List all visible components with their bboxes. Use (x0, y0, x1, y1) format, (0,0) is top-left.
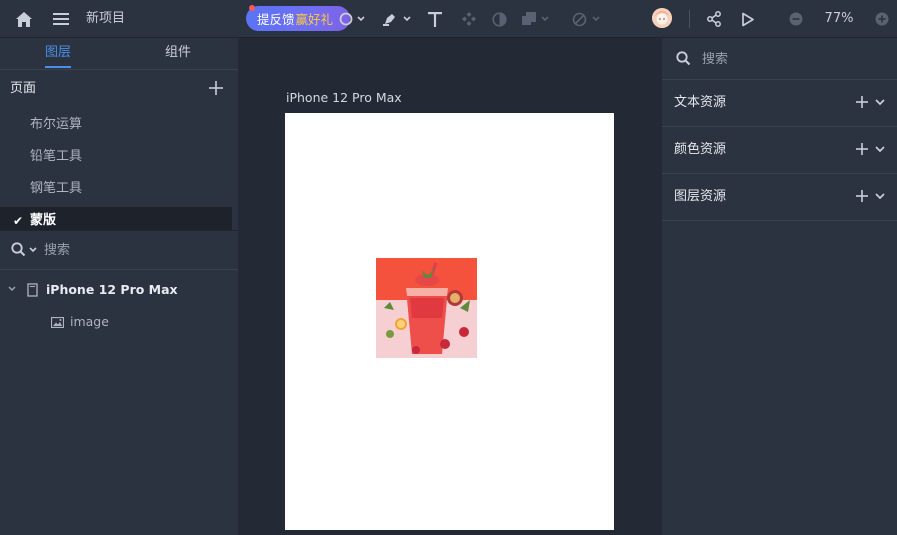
search-icon[interactable] (676, 51, 691, 66)
color-resources-section[interactable]: 颜色资源 (662, 127, 897, 174)
chevron-down-icon[interactable] (8, 286, 16, 292)
page-item-mask[interactable]: ✔ 蒙版 (0, 207, 232, 230)
top-toolbar: 新项目 提反馈 赢好礼 77% (0, 0, 897, 38)
active-tab-indicator (45, 66, 71, 68)
layer-item-label: image (70, 314, 109, 329)
chevron-down-icon[interactable] (540, 14, 550, 24)
chevron-down-icon[interactable] (29, 247, 37, 253)
page-item-pencil[interactable]: 铅笔工具 (0, 145, 232, 169)
boolean-icon[interactable] (520, 10, 538, 28)
layer-item-label: iPhone 12 Pro Max (46, 282, 178, 297)
left-tabs: 图层 组件 (0, 38, 238, 70)
layer-item-image[interactable]: image (0, 309, 238, 335)
section-title: 颜色资源 (674, 142, 727, 157)
toolbar-divider (689, 10, 690, 28)
add-plus-icon[interactable] (856, 143, 868, 155)
zoom-level[interactable]: 77% (820, 0, 858, 38)
layer-resources-section[interactable]: 图层资源 (662, 174, 897, 221)
search-icon[interactable] (11, 242, 26, 257)
zoom-out-icon[interactable] (788, 11, 804, 27)
artboard-iphone-12-pro-max[interactable] (285, 113, 614, 530)
play-icon[interactable] (738, 9, 758, 29)
mask-icon[interactable] (490, 10, 508, 28)
frame-label[interactable]: iPhone 12 Pro Max (286, 90, 402, 105)
add-page-plus-icon[interactable] (209, 81, 223, 95)
chevron-down-icon[interactable] (356, 14, 366, 24)
canvas[interactable]: iPhone 12 Pro Max (238, 38, 662, 535)
right-panel: 文本资源 颜色资源 图层资源 (662, 38, 897, 535)
image-icon (51, 317, 64, 328)
resource-search-input[interactable] (702, 49, 882, 69)
left-panel: 图层 组件 页面 布尔运算 铅笔工具 钢笔工具 ✔ 蒙版 iPhone 12 P… (0, 38, 238, 535)
layer-search-input[interactable] (44, 240, 224, 260)
feedback-gift-label: 赢好礼 (295, 12, 334, 27)
zoom-in-icon[interactable] (874, 11, 890, 27)
menu-icon[interactable] (51, 9, 71, 29)
section-title: 文本资源 (674, 95, 727, 110)
chevron-down-icon[interactable] (591, 14, 601, 24)
page-item-pen[interactable]: 钢笔工具 (0, 177, 232, 201)
page-item-label: 铅笔工具 (30, 149, 83, 164)
add-plus-icon[interactable] (856, 96, 868, 108)
chevron-down-icon[interactable] (875, 146, 885, 153)
chevron-down-icon[interactable] (875, 99, 885, 106)
feedback-label: 提反馈 (257, 12, 295, 27)
text-tool-icon[interactable] (426, 10, 444, 28)
text-resources-section[interactable]: 文本资源 (662, 80, 897, 127)
share-icon[interactable] (704, 9, 724, 29)
page-item-boolean[interactable]: 布尔运算 (0, 113, 232, 137)
component-icon[interactable] (460, 10, 478, 28)
project-name[interactable]: 新项目 (86, 0, 125, 38)
page-item-label: 布尔运算 (30, 117, 83, 132)
layer-search (0, 230, 238, 270)
slash-icon[interactable] (570, 10, 588, 28)
image-layer[interactable] (376, 258, 477, 358)
add-plus-icon[interactable] (856, 190, 868, 202)
chevron-down-icon[interactable] (875, 193, 885, 200)
page-item-label: 钢笔工具 (30, 181, 83, 196)
drink-image (376, 258, 477, 358)
resource-search (662, 38, 897, 80)
feedback-button[interactable]: 提反馈 赢好礼 (246, 6, 350, 31)
home-icon[interactable] (14, 9, 34, 29)
avatar[interactable] (652, 8, 672, 28)
pages-header: 页面 (0, 76, 238, 102)
pen-tool-icon[interactable] (381, 10, 399, 28)
frame-icon (27, 283, 38, 297)
chevron-down-icon[interactable] (402, 14, 412, 24)
ellipse-tool-icon[interactable] (338, 11, 354, 27)
layer-item-frame[interactable]: iPhone 12 Pro Max (0, 277, 238, 303)
section-title: 图层资源 (674, 189, 727, 204)
pages-title: 页面 (10, 81, 37, 96)
tab-components[interactable]: 组件 (156, 38, 200, 70)
notification-dot (249, 5, 255, 11)
